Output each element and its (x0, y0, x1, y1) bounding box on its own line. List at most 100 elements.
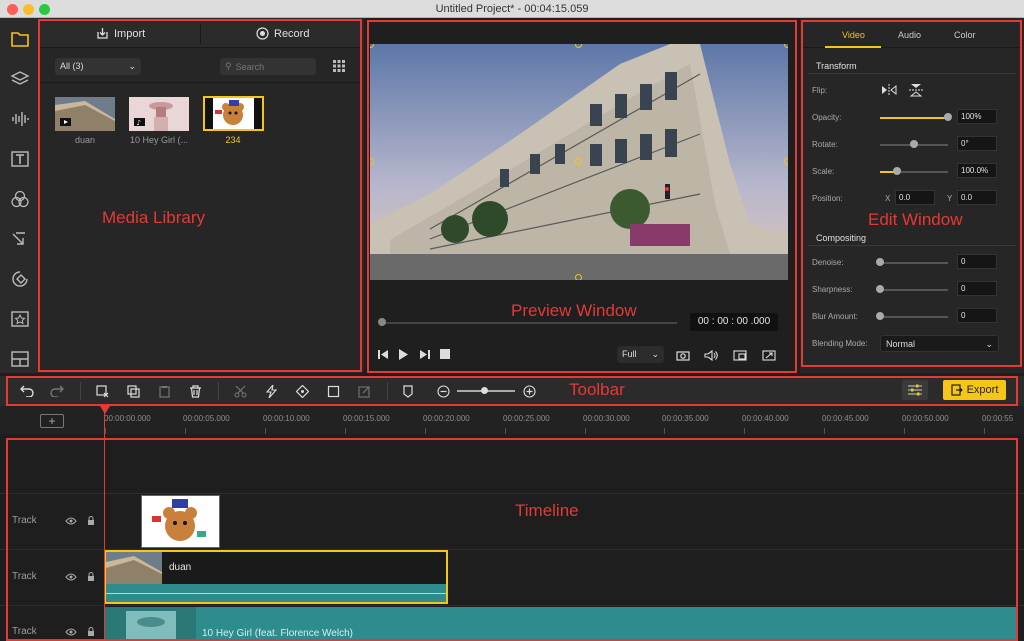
audio-waveform-line (106, 593, 446, 594)
speed-icon[interactable] (264, 384, 278, 398)
media-filter-dropdown[interactable]: All (3) ⌄ (55, 58, 141, 75)
play-icon[interactable] (397, 348, 409, 360)
blending-mode-dropdown[interactable]: Normal ⌄ (880, 335, 999, 352)
trash-icon[interactable] (188, 384, 202, 398)
lock-icon[interactable] (85, 516, 97, 526)
rotate-value-field[interactable]: 0° (957, 136, 997, 151)
tab-color[interactable]: Color (954, 30, 976, 40)
timeline-zoom-knob[interactable] (481, 387, 488, 394)
undo-icon[interactable] (20, 384, 34, 398)
window-title: Untitled Project* - 00:04:15.059 (435, 3, 589, 15)
volume-icon[interactable] (704, 349, 718, 361)
ruler-tick-label: 00:00:05.000 (183, 414, 230, 423)
zoom-value: Full (622, 349, 637, 359)
media-search-input[interactable]: ⚲ Search (220, 58, 316, 75)
transform-handle[interactable] (575, 158, 582, 165)
blur-slider-knob[interactable] (876, 312, 884, 320)
redo-icon[interactable] (50, 384, 64, 398)
denoise-label: Denoise: (812, 258, 844, 267)
tab-video[interactable]: Video (842, 30, 865, 40)
zoom-dropdown[interactable]: Full ⌄ (617, 346, 664, 363)
transition-icon[interactable] (9, 228, 31, 250)
transform-handle[interactable] (575, 274, 582, 280)
layers-icon[interactable] (9, 68, 31, 90)
ruler-tick-label: 00:00:10.000 (263, 414, 310, 423)
tab-audio[interactable]: Audio (898, 30, 921, 40)
blending-mode-label: Blending Mode: (812, 339, 868, 348)
export-button[interactable]: Export (943, 380, 1006, 400)
toolbar-divider (387, 382, 388, 400)
overlay-icon[interactable] (9, 268, 31, 290)
transform-handle[interactable] (784, 44, 788, 48)
scale-value-field[interactable]: 100.0% (957, 163, 997, 178)
next-frame-icon[interactable] (418, 348, 430, 360)
lock-icon[interactable] (85, 572, 97, 582)
add-track-button[interactable]: + (40, 414, 64, 428)
grid-view-icon[interactable] (333, 60, 345, 72)
blending-mode-value: Normal (886, 339, 916, 349)
zoom-in-icon[interactable] (522, 384, 536, 398)
opacity-slider-knob[interactable] (944, 113, 952, 121)
playhead[interactable] (104, 406, 105, 641)
crop-icon[interactable] (326, 384, 340, 398)
position-y-field[interactable]: 0.0 (957, 190, 997, 205)
paste-icon[interactable] (157, 384, 171, 398)
flip-vertical-icon[interactable] (909, 83, 923, 97)
settings-sliders-icon[interactable] (902, 380, 928, 400)
folder-icon[interactable] (9, 28, 31, 50)
blur-value-field[interactable]: 0 (957, 308, 997, 323)
position-x-field[interactable]: 0.0 (895, 190, 935, 205)
prev-frame-icon[interactable] (377, 348, 389, 360)
playhead-handle[interactable] (100, 406, 110, 414)
media-item-video-thumb[interactable] (55, 97, 115, 131)
sidebar (0, 18, 38, 373)
zoom-out-icon[interactable] (436, 384, 450, 398)
eye-icon[interactable] (65, 516, 77, 526)
media-item-audio-thumb[interactable]: ♪ (129, 97, 189, 131)
edit-tabs: Video Audio Color (802, 20, 1020, 48)
delete-clip-icon[interactable] (95, 384, 109, 398)
preview-progress-knob[interactable] (378, 318, 386, 326)
split-icon[interactable] (233, 384, 247, 398)
sticker-icon[interactable] (9, 308, 31, 330)
marker-icon[interactable] (401, 384, 415, 398)
preview-progress-bar[interactable] (379, 322, 677, 324)
stop-icon[interactable] (439, 348, 451, 360)
sharpness-value-field[interactable]: 0 (957, 281, 997, 296)
toolbar-divider (80, 382, 81, 400)
divider (808, 245, 1016, 246)
scale-slider-knob[interactable] (893, 167, 901, 175)
pip-icon[interactable] (733, 349, 747, 361)
layout-icon[interactable] (9, 348, 31, 370)
keyframe-icon[interactable] (295, 384, 309, 398)
text-icon[interactable] (9, 148, 31, 170)
denoise-slider-knob[interactable] (876, 258, 884, 266)
preview-timecode: 00 : 00 : 00 .000 (690, 313, 778, 331)
video-clip-selected[interactable]: duan (104, 550, 448, 604)
edit-window-annotation: Edit Window (868, 210, 963, 229)
transform-handle[interactable] (784, 158, 788, 165)
copy-icon[interactable] (126, 384, 140, 398)
eye-icon[interactable] (65, 627, 77, 637)
import-icon (97, 28, 108, 39)
filter-icon[interactable] (9, 188, 31, 210)
rotate-slider-knob[interactable] (910, 140, 918, 148)
image-clip[interactable] (141, 495, 220, 548)
flip-horizontal-icon[interactable] (881, 84, 897, 96)
snapshot-icon[interactable] (676, 349, 690, 361)
ruler-tick-label: 00:00:15.000 (343, 414, 390, 423)
record-button[interactable]: Record (256, 27, 309, 40)
search-icon: ⚲ (225, 61, 232, 71)
denoise-value-field[interactable]: 0 (957, 254, 997, 269)
lock-icon[interactable] (85, 627, 97, 637)
edit-icon[interactable] (357, 384, 371, 398)
import-button[interactable]: Import (96, 27, 145, 40)
transform-section-title: Transform (816, 61, 857, 71)
fullscreen-icon[interactable] (762, 349, 776, 361)
audio-wave-icon[interactable] (9, 108, 31, 130)
media-item-image-thumb-selected[interactable] (203, 96, 264, 131)
sharpness-slider-knob[interactable] (876, 285, 884, 293)
audio-clip[interactable]: 10 Hey Girl (feat. Florence Welch) (104, 607, 1016, 641)
eye-icon[interactable] (65, 572, 77, 582)
opacity-value-field[interactable]: 100% (957, 109, 997, 124)
